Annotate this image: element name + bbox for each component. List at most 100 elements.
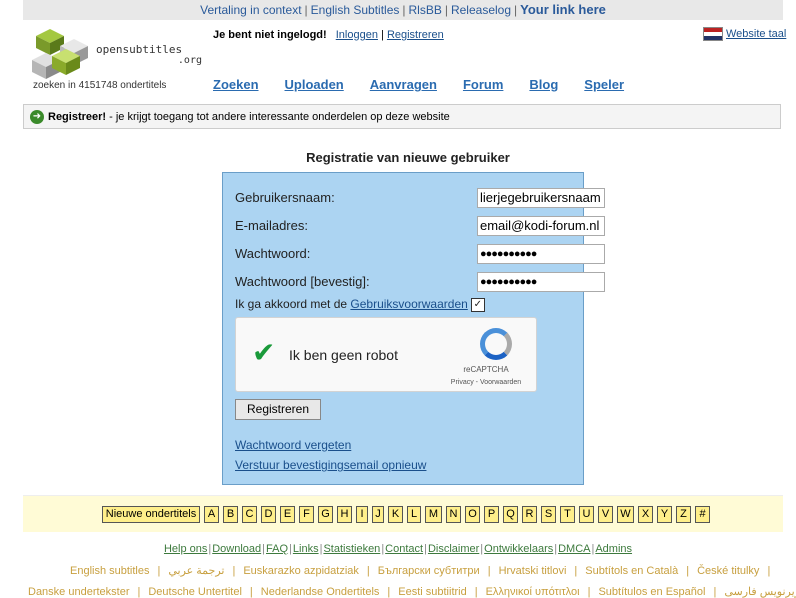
footer-faq[interactable]: FAQ	[266, 543, 288, 555]
topbar-link-english-subtitles[interactable]: English Subtitles	[311, 3, 400, 17]
letter-h[interactable]: H	[337, 506, 352, 523]
lang-spanish[interactable]: Subtítulos en Español	[598, 586, 705, 598]
letter-a[interactable]: A	[204, 506, 219, 523]
letter-n[interactable]: N	[446, 506, 461, 523]
letter-c[interactable]: C	[242, 506, 257, 523]
top-link-bar: Vertaling in context | English Subtitles | R…	[23, 0, 783, 20]
lang-danish[interactable]: Danske undertekster	[28, 586, 130, 598]
agree-text: Ik ga akkoord met de	[235, 297, 351, 311]
letter-j[interactable]: J	[372, 506, 384, 523]
footer-languages-row2: Danske undertekster | Deutsche Untertitel |…	[28, 585, 796, 598]
register-link[interactable]: Registreren	[387, 29, 444, 41]
notice-text: - je krijgt toegang tot andere interessa…	[106, 111, 450, 123]
topbar-link-releaselog[interactable]: Releaselog	[451, 3, 511, 17]
lang-dutch[interactable]: Nederlandse Ondertitels	[261, 586, 380, 598]
letter-b[interactable]: B	[223, 506, 238, 523]
nav-zoeken[interactable]: Zoeken	[213, 77, 259, 92]
language-link[interactable]: Website taal	[726, 28, 786, 40]
arrow-right-icon: ➜	[30, 110, 44, 125]
register-button[interactable]: Registreren	[235, 399, 321, 420]
recaptcha-logo-icon	[480, 328, 512, 360]
logo-domain: .org	[177, 55, 202, 66]
letter-l[interactable]: L	[407, 506, 421, 523]
lang-greek[interactable]: Ελληνικοί υπότιτλοι	[486, 586, 580, 598]
letter-f[interactable]: F	[299, 506, 314, 523]
registration-form: Gebruikersnaam: lierjegebruikersnaam E-m…	[222, 172, 605, 485]
username-input[interactable]: lierjegebruikersnaam	[477, 188, 605, 208]
logo-cubes-icon	[32, 29, 88, 79]
terms-checkbox[interactable]: ✓	[470, 297, 485, 312]
lang-german[interactable]: Deutsche Untertitel	[148, 586, 242, 598]
lang-estonian[interactable]: Eesti subtiitrid	[398, 586, 466, 598]
footer-links: Help ons|Download|FAQ|Links|Statistieken…	[163, 543, 633, 555]
lang-catalan[interactable]: Subtítols en Català	[585, 565, 678, 577]
checkmark-icon: ✔	[252, 337, 276, 368]
captcha-brand: reCAPTCHA	[463, 365, 509, 374]
resend-email-link[interactable]: Verstuur bevestigingsemail opnieuw	[235, 458, 426, 472]
lang-bulgarian[interactable]: Български субтитри	[378, 565, 480, 577]
password-confirm-input[interactable]: ●●●●●●●●●●	[477, 272, 605, 292]
nav-uploaden[interactable]: Uploaden	[285, 77, 344, 92]
logo-wordmark: opensubtitles .org	[96, 44, 202, 66]
main-navigation: Zoeken Uploaden Aanvragen Forum Blog Speler	[213, 77, 650, 92]
terms-agreement: Ik ga akkoord met de Gebruiksvoorwaarden…	[235, 297, 485, 312]
topbar-link-your-link[interactable]: Your link here	[520, 2, 606, 17]
letter-e[interactable]: E	[280, 506, 295, 523]
footer-download[interactable]: Download	[212, 543, 261, 555]
password-input[interactable]: ●●●●●●●●●●	[477, 244, 605, 264]
letter-u[interactable]: U	[579, 506, 594, 523]
letter-x[interactable]: X	[638, 506, 653, 523]
nav-speler[interactable]: Speler	[584, 77, 624, 92]
forgot-password-link[interactable]: Wachtwoord vergeten	[235, 438, 351, 452]
lang-croatian[interactable]: Hrvatski titlovi	[499, 565, 567, 577]
letter-y[interactable]: Y	[657, 506, 672, 523]
lang-czech[interactable]: České titulky	[697, 565, 759, 577]
lang-persian[interactable]: زیرنویس فارسی	[724, 586, 796, 598]
terms-link[interactable]: Gebruiksvoorwaarden	[350, 297, 467, 311]
login-link[interactable]: Inloggen	[336, 29, 378, 41]
letter-z[interactable]: Z	[676, 506, 691, 523]
letter-w[interactable]: W	[617, 506, 634, 523]
letter-t[interactable]: T	[560, 506, 575, 523]
lang-english[interactable]: English subtitles	[70, 565, 150, 577]
footer-admins[interactable]: Admins	[595, 543, 632, 555]
footer-languages-row1: English subtitles | ترجمة عربي | Euskarazko …	[70, 565, 771, 577]
footer-disclaimer[interactable]: Disclaimer	[428, 543, 479, 555]
lang-basque[interactable]: Euskarazko azpidatziak	[243, 565, 359, 577]
nav-forum[interactable]: Forum	[463, 77, 503, 92]
topbar-link-rlsbb[interactable]: RlsBB	[409, 3, 442, 17]
footer-help-ons[interactable]: Help ons	[164, 543, 207, 555]
letter-g[interactable]: G	[318, 506, 333, 523]
letter-k[interactable]: K	[388, 506, 403, 523]
footer-links-link[interactable]: Links	[293, 543, 319, 555]
email-input[interactable]: email@kodi-forum.nl	[477, 216, 605, 236]
subtitle-count: zoeken in 4151748 ondertitels	[33, 80, 167, 91]
letter-i[interactable]: I	[356, 506, 368, 523]
footer-ontwikkelaars[interactable]: Ontwikkelaars	[484, 543, 553, 555]
footer-statistieken[interactable]: Statistieken	[323, 543, 380, 555]
letter-q[interactable]: Q	[503, 506, 518, 523]
nav-aanvragen[interactable]: Aanvragen	[370, 77, 437, 92]
footer-contact[interactable]: Contact	[385, 543, 423, 555]
nav-blog[interactable]: Blog	[529, 77, 558, 92]
page-title: Registratie van nieuwe gebruiker	[306, 150, 510, 165]
letter-m[interactable]: M	[425, 506, 442, 523]
letter-r[interactable]: R	[522, 506, 537, 523]
email-label: E-mailadres:	[235, 218, 308, 233]
letter-p[interactable]: P	[484, 506, 499, 523]
lang-arabic[interactable]: ترجمة عربي	[168, 565, 224, 577]
username-label: Gebruikersnaam:	[235, 190, 335, 205]
letter-v[interactable]: V	[598, 506, 613, 523]
new-subtitles-button[interactable]: Nieuwe ondertitels	[102, 506, 200, 523]
letter-o[interactable]: O	[465, 506, 480, 523]
password-confirm-label: Wachtwoord [bevestig]:	[235, 274, 370, 289]
letter-d[interactable]: D	[261, 506, 276, 523]
letter-hash[interactable]: #	[695, 506, 710, 523]
captcha-privacy-links[interactable]: Privacy - Voorwaarden	[441, 379, 531, 386]
footer-dmca[interactable]: DMCA	[558, 543, 590, 555]
login-status: Je bent niet ingelogd!	[213, 29, 327, 41]
topbar-link-vertaling[interactable]: Vertaling in context	[200, 3, 301, 17]
recaptcha-widget[interactable]: ✔ Ik ben geen robot reCAPTCHA Privacy - …	[235, 317, 537, 392]
language-selector[interactable]: Website taal	[703, 27, 786, 41]
letter-s[interactable]: S	[541, 506, 556, 523]
